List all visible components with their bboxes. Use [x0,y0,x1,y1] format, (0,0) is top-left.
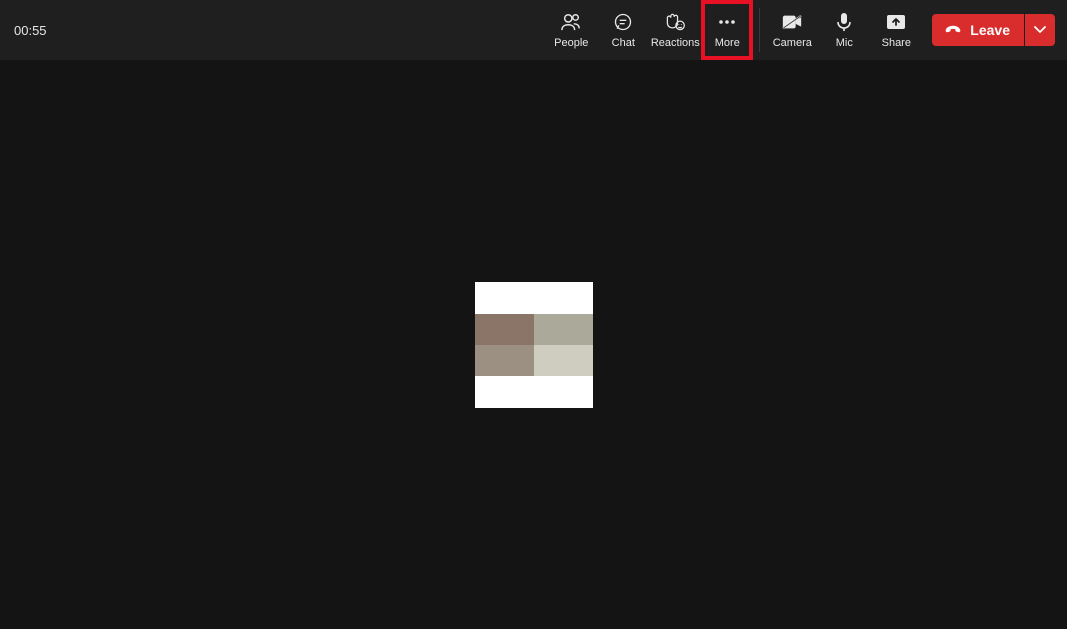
camera-off-icon [781,11,803,33]
toolbar-divider [759,8,760,52]
leave-button[interactable]: Leave [932,14,1024,46]
reactions-button[interactable]: Reactions [649,0,701,60]
more-icon [717,11,737,33]
meeting-stage [0,60,1067,629]
more-label: More [715,37,740,49]
share-button[interactable]: Share [870,0,922,60]
chevron-down-icon [1034,21,1046,39]
mic-button[interactable]: Mic [818,0,870,60]
meeting-toolbar: 00:55 People [0,0,1067,60]
share-screen-icon [886,11,906,33]
share-label: Share [882,37,911,49]
chat-button[interactable]: Chat [597,0,649,60]
more-button[interactable]: More [701,0,753,60]
leave-options-button[interactable] [1025,14,1055,46]
mic-icon [836,11,852,33]
chat-icon [613,11,633,33]
hangup-icon [944,22,962,38]
toolbar-controls: People Chat [545,0,922,60]
people-label: People [554,37,588,49]
call-timer: 00:55 [14,23,47,38]
reactions-label: Reactions [651,37,700,49]
camera-button[interactable]: Camera [766,0,818,60]
leave-group: Leave [932,14,1055,46]
participant-avatar [475,282,593,408]
mic-label: Mic [836,37,853,49]
people-icon [560,11,582,33]
hand-smile-icon [664,11,686,33]
camera-label: Camera [773,37,812,49]
chat-label: Chat [612,37,635,49]
leave-label: Leave [970,22,1010,38]
people-button[interactable]: People [545,0,597,60]
